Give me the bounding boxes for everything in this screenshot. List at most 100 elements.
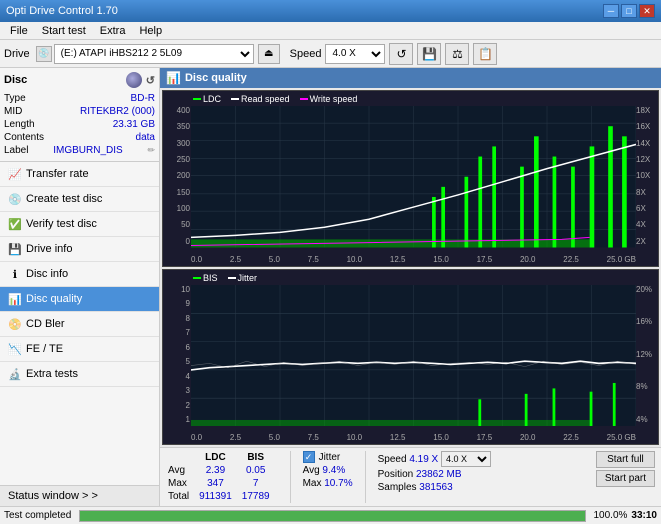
content-area: 📊 Disc quality LDC Read speed [160, 68, 661, 506]
status-window-button[interactable]: Status window > > [0, 485, 159, 506]
stats-divider-2 [365, 451, 366, 503]
disc-label-row: Label IMGBURN_DIS ✏ [4, 144, 155, 157]
stats-row-max: Max 347 7 [166, 477, 278, 490]
speed-setting-select[interactable]: 4.0 X [441, 451, 491, 467]
disc-quality-title: Disc quality [185, 72, 247, 84]
disc-mid-value: RITEKBR2 (000) [80, 106, 155, 117]
jitter-avg-value: 9.4% [322, 465, 345, 476]
sidebar-label-disc-info: Disc info [26, 268, 68, 280]
minimize-button[interactable]: ─ [603, 4, 619, 18]
start-part-button[interactable]: Start part [596, 470, 655, 487]
sidebar: Disc ↺ Type BD-R MID RITEKBR2 (000) Leng… [0, 68, 160, 506]
start-full-button[interactable]: Start full [596, 451, 655, 468]
speed-label: Speed [290, 48, 322, 60]
create-test-disc-icon: 💿 [8, 192, 22, 206]
disc-length-value: 23.31 GB [113, 119, 155, 130]
disc-icon [126, 72, 142, 88]
legend-ldc: LDC [193, 94, 221, 104]
stats-row-avg: Avg 2.39 0.05 [166, 464, 278, 477]
menu-start-test[interactable]: Start test [36, 24, 92, 38]
progress-bar-container [79, 510, 585, 522]
disc-label-value: IMGBURN_DIS [53, 145, 122, 156]
legend-write-speed-label: Write speed [310, 94, 358, 104]
sidebar-item-drive-info[interactable]: 💾 Drive info [0, 237, 159, 262]
drive-info-icon: 💾 [8, 242, 22, 256]
stats-total-ldc: 911391 [197, 490, 240, 503]
jitter-label: Jitter [319, 452, 341, 463]
speed-select[interactable]: 4.0 X [325, 44, 385, 64]
chart1-x-axis: 0.02.55.07.510.012.515.017.520.022.525.0… [191, 255, 636, 264]
col-header-ldc: LDC [197, 451, 240, 464]
charts-container: LDC Read speed Write speed 4003503002502… [160, 88, 661, 447]
sidebar-label-fe-te: FE / TE [26, 343, 63, 355]
chart2-svg [191, 285, 636, 427]
disc-header-label: Disc [4, 74, 27, 86]
status-text: Test completed [4, 510, 71, 521]
sidebar-item-transfer-rate[interactable]: 📈 Transfer rate [0, 162, 159, 187]
samples-row: Samples 381563 [378, 482, 491, 493]
chart2-legend: BIS Jitter [193, 273, 257, 283]
legend-read-speed: Read speed [231, 94, 290, 104]
disc-info-icon: ℹ [8, 267, 22, 281]
refresh-button[interactable]: ↺ [389, 43, 413, 65]
legend-write-speed: Write speed [300, 94, 358, 104]
speed-section: Speed 4.19 X 4.0 X Position 23862 MB Sam… [378, 451, 491, 493]
sidebar-item-disc-info[interactable]: ℹ Disc info [0, 262, 159, 287]
main-area: Disc ↺ Type BD-R MID RITEKBR2 (000) Leng… [0, 68, 661, 506]
disc-refresh-icon[interactable]: ↺ [146, 74, 155, 87]
drive-select[interactable]: (E:) ATAPI iHBS212 2 5L09 [54, 44, 254, 64]
position-value: 23862 MB [416, 469, 462, 480]
export-button[interactable]: 📋 [473, 43, 497, 65]
sidebar-item-cd-bler[interactable]: 📀 CD Bler [0, 312, 159, 337]
legend-bis-label: BIS [203, 273, 218, 283]
disc-type-row: Type BD-R [4, 92, 155, 105]
disc-contents-label: Contents [4, 132, 44, 143]
sidebar-item-disc-quality[interactable]: 📊 Disc quality [0, 287, 159, 312]
col-header-bis: BIS [240, 451, 278, 464]
disc-mid-row: MID RITEKBR2 (000) [4, 105, 155, 118]
sidebar-item-create-test-disc[interactable]: 💿 Create test disc [0, 187, 159, 212]
jitter-section: ✓ Jitter Avg 9.4% Max 10.7% [303, 451, 353, 489]
menu-help[interactable]: Help [133, 24, 168, 38]
jitter-checkbox[interactable]: ✓ [303, 451, 315, 463]
disc-contents-value: data [136, 132, 155, 143]
stats-avg-bis: 0.05 [240, 464, 278, 477]
stats-avg-label: Avg [166, 464, 197, 477]
sidebar-item-extra-tests[interactable]: 🔬 Extra tests [0, 362, 159, 387]
action-buttons: Start full Start part [596, 451, 655, 487]
stats-row-total: Total 911391 17789 [166, 490, 278, 503]
stats-divider-1 [290, 451, 291, 503]
sidebar-item-fe-te[interactable]: 📉 FE / TE [0, 337, 159, 362]
jitter-max-row: Max 10.7% [303, 478, 353, 489]
close-button[interactable]: ✕ [639, 4, 655, 18]
label-edit-icon[interactable]: ✏ [147, 145, 155, 156]
disc-quality-icon: 📊 [8, 292, 22, 306]
compare-button[interactable]: ⚖ [445, 43, 469, 65]
fe-te-icon: 📉 [8, 342, 22, 356]
chart2-y-right: 20%16%12%8%4% [636, 285, 656, 425]
chart1-y-left: 400350300250200150100500 [165, 106, 190, 246]
legend-ldc-label: LDC [203, 94, 221, 104]
menu-file[interactable]: File [4, 24, 34, 38]
stats-total-bis: 17789 [240, 490, 278, 503]
sidebar-label-cd-bler: CD Bler [26, 318, 65, 330]
disc-type-label: Type [4, 93, 26, 104]
samples-value: 381563 [419, 482, 452, 493]
disc-contents-row: Contents data [4, 131, 155, 144]
sidebar-item-verify-test-disc[interactable]: ✅ Verify test disc [0, 212, 159, 237]
sidebar-label-extra-tests: Extra tests [26, 368, 78, 380]
disc-type-value: BD-R [131, 93, 155, 104]
chart2-y-left: 10987654321 [165, 285, 190, 425]
eject-button[interactable]: ⏏ [258, 44, 280, 64]
verify-test-disc-icon: ✅ [8, 217, 22, 231]
status-time: 33:10 [631, 510, 657, 521]
stats-max-ldc: 347 [197, 477, 240, 490]
menu-extra[interactable]: Extra [94, 24, 132, 38]
stats-table: LDC BIS Avg 2.39 0.05 Max 347 7 Total [166, 451, 278, 503]
legend-read-speed-label: Read speed [241, 94, 290, 104]
save-button[interactable]: 💾 [417, 43, 441, 65]
cd-bler-icon: 📀 [8, 317, 22, 331]
disc-quality-icon-header: 📊 [166, 71, 181, 85]
maximize-button[interactable]: □ [621, 4, 637, 18]
chart1-legend: LDC Read speed Write speed [193, 94, 357, 104]
